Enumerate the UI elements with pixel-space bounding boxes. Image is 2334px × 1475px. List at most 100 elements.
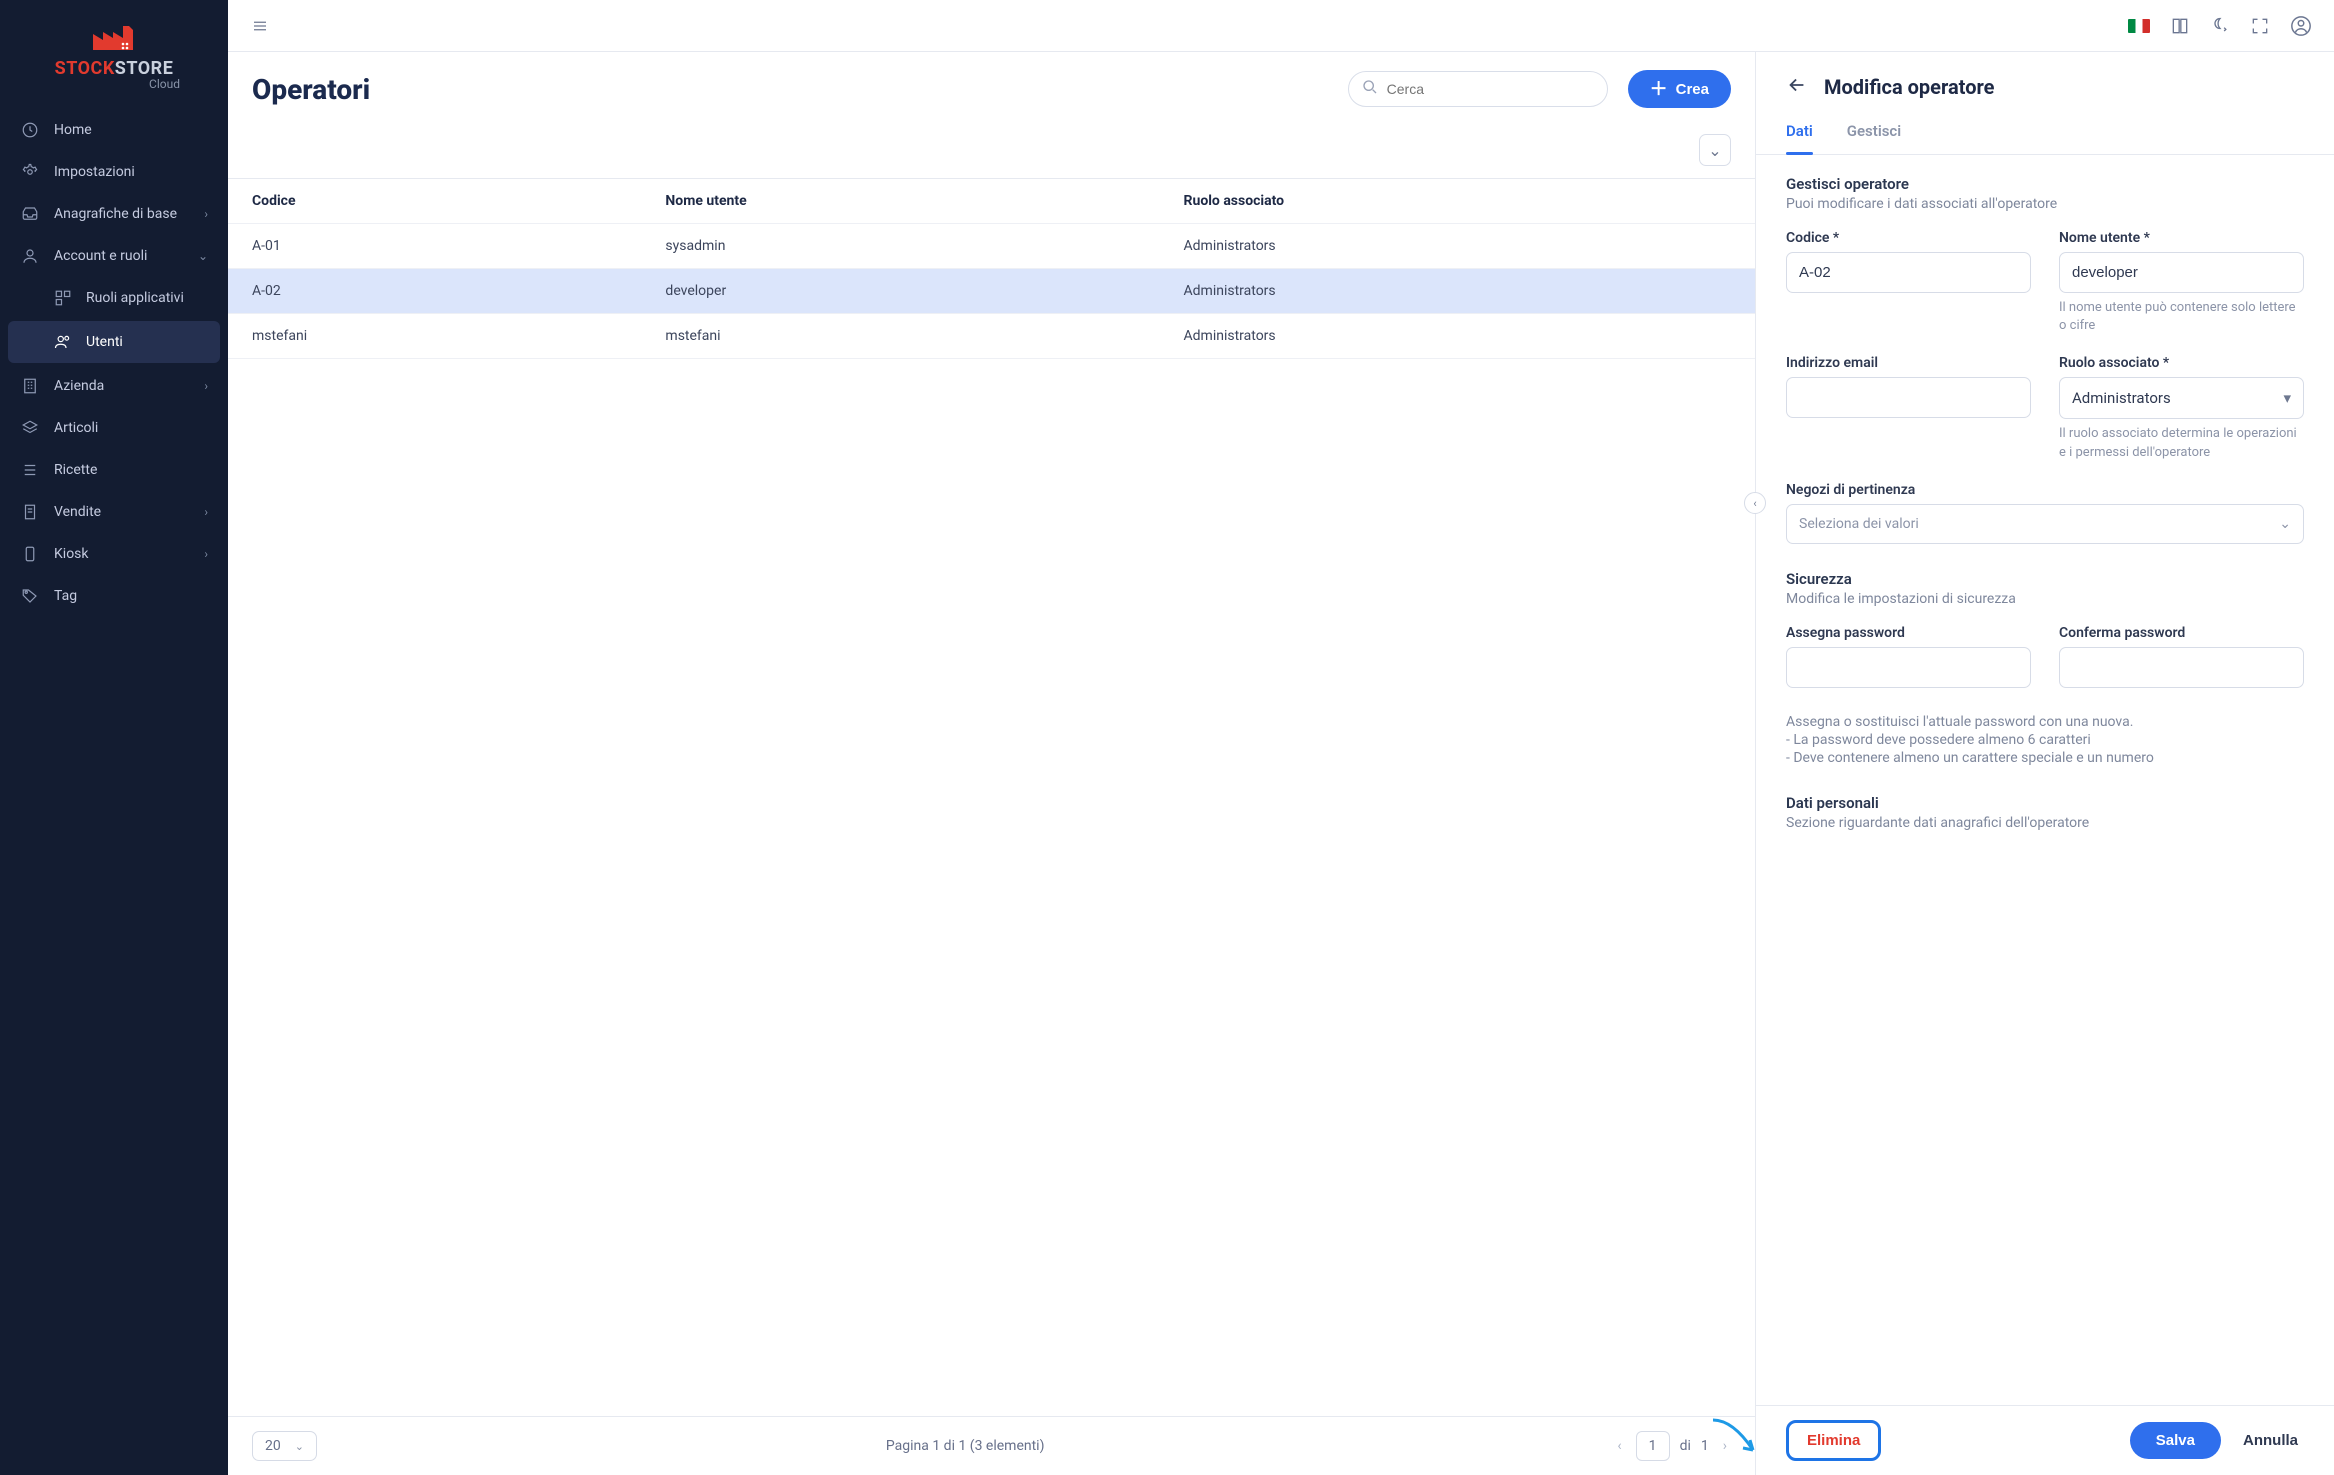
cell-code: A-01: [228, 224, 641, 269]
pw-note: - Deve contenere almeno un carattere spe…: [1786, 750, 2304, 766]
save-button[interactable]: Salva: [2130, 1422, 2221, 1459]
sidebar-item-company[interactable]: Azienda ›: [0, 365, 228, 407]
field-label-stores: Negozi di pertinenza: [1786, 482, 2304, 498]
tab-data[interactable]: Dati: [1786, 122, 1813, 154]
table-row[interactable]: mstefani mstefani Administrators: [228, 314, 1755, 359]
section-sub: Modifica le impostazioni di sicurezza: [1786, 591, 2304, 607]
brand-name-2: STORE: [115, 58, 174, 79]
sidebar-sub-users[interactable]: Utenti: [8, 321, 220, 363]
section-lead: Dati personali: [1786, 794, 2304, 812]
field-label-code: Codice: [1786, 230, 2031, 246]
topbar: [228, 0, 2334, 52]
email-input[interactable]: [1786, 377, 2031, 418]
main-nav: Home Impostazioni Anagrafiche di base › …: [0, 103, 228, 623]
cell-role: Administrators: [1160, 224, 1755, 269]
create-button[interactable]: ＋ Crea: [1628, 70, 1731, 108]
col-header-code[interactable]: Codice: [228, 179, 641, 224]
cell-user: mstefani: [641, 314, 1159, 359]
brand-logo: STOCKSTORE Cloud: [0, 0, 228, 103]
sidebar-item-label: Ricette: [54, 462, 97, 478]
collapse-pane-button[interactable]: ‹: [1744, 492, 1766, 514]
back-button[interactable]: [1786, 74, 1808, 100]
users-icon: [54, 332, 72, 352]
inbox-icon: [20, 204, 40, 224]
chevron-right-icon: ›: [204, 547, 208, 561]
sidebar-sub-roles[interactable]: Ruoli applicativi: [0, 277, 228, 319]
stores-multiselect[interactable]: Seleziona dei valori ⌄: [1786, 504, 2304, 544]
main-area: Operatori ＋ Crea ⌄ Codice: [228, 0, 2334, 1475]
page-title: Operatori: [252, 73, 370, 106]
detail-actions: Elimina Salva Annulla: [1756, 1405, 2334, 1475]
detail-title: Modifica operatore: [1824, 75, 1994, 99]
tab-manage[interactable]: Gestisci: [1847, 122, 1901, 154]
sidebar-item-tag[interactable]: Tag: [0, 575, 228, 617]
sidebar-sub-label: Ruoli applicativi: [86, 290, 184, 306]
page-size-select[interactable]: 20 ⌄: [252, 1431, 317, 1461]
field-label-pw1: Assegna password: [1786, 625, 2031, 641]
chevron-down-icon: ⌄: [198, 249, 208, 263]
cell-role: Administrators: [1160, 269, 1755, 314]
detail-pane: ‹ Modifica operatore Dati Gestisci Gesti…: [1756, 52, 2334, 1475]
sidebar-item-label: Account e ruoli: [54, 248, 147, 264]
pw-note: - La password deve possedere almeno 6 ca…: [1786, 732, 2304, 748]
sidebar-item-kiosk[interactable]: Kiosk ›: [0, 533, 228, 575]
cell-user: developer: [641, 269, 1159, 314]
cancel-button[interactable]: Annulla: [2237, 1422, 2304, 1459]
username-hint: Il nome utente può contenere solo letter…: [2059, 299, 2304, 335]
search-input[interactable]: [1348, 71, 1608, 107]
docs-icon[interactable]: [2170, 16, 2190, 36]
password-notes: Assegna o sostituisci l'attuale password…: [1786, 714, 2304, 766]
sidebar-item-label: Home: [54, 122, 92, 138]
field-label-email: Indirizzo email: [1786, 355, 2031, 371]
list-icon: [20, 460, 40, 480]
sidebar-item-accounts[interactable]: Account e ruoli ⌄: [0, 235, 228, 277]
delete-button[interactable]: Elimina: [1786, 1420, 1881, 1461]
receipt-icon: [20, 502, 40, 522]
cell-code: mstefani: [228, 314, 641, 359]
username-input[interactable]: [2059, 252, 2304, 293]
of-label: di: [1680, 1438, 1691, 1454]
chevron-right-icon: ›: [204, 379, 208, 393]
section-sub: Sezione riguardante dati anagrafici dell…: [1786, 815, 2304, 831]
col-header-role[interactable]: Ruolo associato: [1160, 179, 1755, 224]
fullscreen-icon[interactable]: [2250, 16, 2270, 36]
hamburger-icon[interactable]: [250, 16, 270, 36]
sidebar-item-home[interactable]: Home: [0, 109, 228, 151]
next-page-button[interactable]: ›: [1719, 1434, 1731, 1458]
user-icon: [20, 246, 40, 266]
operators-table: Codice Nome utente Ruolo associato A-01 …: [228, 178, 1755, 359]
field-label-user: Nome utente: [2059, 230, 2304, 246]
chevron-left-icon: ‹: [1753, 497, 1756, 510]
password-confirm-input[interactable]: [2059, 647, 2304, 688]
paginator-summary: Pagina 1 di 1 (3 elementi): [886, 1438, 1045, 1454]
search-icon: [1362, 79, 1378, 99]
col-header-user[interactable]: Nome utente: [641, 179, 1159, 224]
section-lead: Gestisci operatore: [1786, 175, 2304, 193]
sidebar-item-settings[interactable]: Impostazioni: [0, 151, 228, 193]
total-pages: 1: [1701, 1438, 1709, 1454]
sidebar-item-base-registries[interactable]: Anagrafiche di base ›: [0, 193, 228, 235]
prev-page-button[interactable]: ‹: [1613, 1434, 1625, 1458]
sidebar: STOCKSTORE Cloud Home Impostazioni Anagr…: [0, 0, 228, 1475]
sidebar-item-label: Vendite: [54, 504, 101, 520]
sidebar-item-sales[interactable]: Vendite ›: [0, 491, 228, 533]
theme-icon[interactable]: [2210, 16, 2230, 36]
tag-icon: [20, 586, 40, 606]
password-input[interactable]: [1786, 647, 2031, 688]
language-flag[interactable]: [2128, 19, 2150, 33]
profile-icon[interactable]: [2290, 15, 2312, 37]
building-icon: [20, 376, 40, 396]
filter-dropdown-button[interactable]: ⌄: [1699, 134, 1731, 166]
code-input[interactable]: [1786, 252, 2031, 293]
grid-icon: [54, 288, 72, 308]
role-value: Administrators: [2072, 389, 2171, 407]
table-row[interactable]: A-01 sysadmin Administrators: [228, 224, 1755, 269]
sidebar-item-articles[interactable]: Articoli: [0, 407, 228, 449]
table-row[interactable]: A-02 developer Administrators: [228, 269, 1755, 314]
pw-note: Assegna o sostituisci l'attuale password…: [1786, 714, 2304, 730]
cell-user: sysadmin: [641, 224, 1159, 269]
sidebar-item-label: Anagrafiche di base: [54, 206, 177, 222]
role-select[interactable]: Administrators ▾: [2059, 377, 2304, 419]
current-page[interactable]: 1: [1636, 1431, 1670, 1461]
sidebar-item-recipes[interactable]: Ricette: [0, 449, 228, 491]
